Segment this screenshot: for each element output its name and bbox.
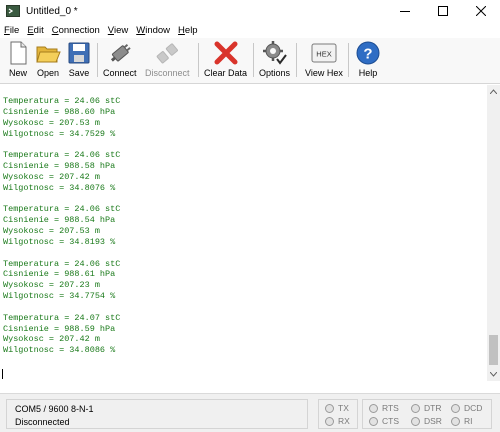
toolbar-separator [253, 43, 254, 77]
vertical-scrollbar[interactable] [487, 85, 500, 381]
terminal-line: Wysokosc = 207.53 m [3, 226, 100, 237]
chevron-up-icon [490, 89, 497, 94]
help-button[interactable]: ? Help [355, 40, 381, 80]
terminal-line: Wilgotnosc = 34.7529 % [3, 128, 116, 139]
tx-rx-indicators: TX RX [318, 399, 358, 429]
connection-state: Disconnected [15, 417, 70, 427]
toolbar-separator [198, 43, 199, 77]
tx-led-icon [325, 403, 334, 413]
toolbar-separator [296, 43, 297, 77]
connect-button[interactable]: Connect [103, 40, 137, 80]
terminal-line: Wysokosc = 207.42 m [3, 334, 100, 345]
menu-bar: File Edit Connection View Window Help [0, 22, 500, 38]
scroll-thumb[interactable] [489, 335, 498, 365]
save-disk-icon [68, 42, 90, 64]
terminal-line: Cisnienie = 988.59 hPa [3, 323, 116, 334]
title-bar: Untitled_0 * [0, 0, 500, 22]
line-signal-indicators: RTS CTS DTR DSR DCD RI [362, 399, 492, 429]
clear-data-button[interactable]: Clear Data [204, 40, 247, 80]
hex-view-icon: HEX [311, 43, 337, 63]
terminal-line: Wysokosc = 207.42 m [3, 171, 100, 182]
ri-led-icon [451, 416, 460, 426]
maximize-button[interactable] [424, 0, 462, 22]
new-button[interactable]: New [5, 40, 31, 80]
dcd-indicator: DCD [451, 403, 482, 413]
port-settings: COM5 / 9600 8-N-1 [15, 404, 94, 414]
terminal-line: Cisnienie = 988.54 hPa [3, 215, 116, 226]
dsr-led-icon [411, 416, 420, 426]
toolbar-separator [348, 43, 349, 77]
dtr-led-icon [411, 403, 420, 413]
menu-view[interactable]: View [108, 25, 128, 36]
open-folder-icon [36, 46, 61, 63]
terminal-line: Wilgotnosc = 34.8076 % [3, 182, 116, 193]
window-title: Untitled_0 * [26, 5, 78, 17]
minimize-button[interactable] [386, 0, 424, 22]
save-button[interactable]: Save [66, 40, 92, 80]
terminal-line: Cisnienie = 988.58 hPa [3, 161, 116, 172]
menu-window[interactable]: Window [136, 25, 170, 36]
app-icon [6, 5, 20, 17]
terminal-line: Wilgotnosc = 34.8086 % [3, 345, 116, 356]
connection-status-panel: COM5 / 9600 8-N-1 Disconnected [6, 399, 308, 429]
new-file-icon [10, 41, 27, 65]
rx-indicator: RX [325, 416, 350, 426]
plug-disconnect-icon [156, 43, 179, 64]
plug-connect-icon [110, 44, 131, 62]
dtr-indicator: DTR [411, 403, 441, 413]
terminal-line: Wilgotnosc = 34.7754 % [3, 291, 116, 302]
rts-led-icon [369, 403, 378, 413]
cts-indicator: CTS [369, 416, 399, 426]
status-bar: COM5 / 9600 8-N-1 Disconnected TX RX RTS… [0, 393, 500, 432]
scroll-up-arrow[interactable] [487, 85, 500, 98]
terminal-line: Temperatura = 24.06 stC [3, 150, 121, 161]
dcd-led-icon [451, 403, 460, 413]
menu-file[interactable]: File [4, 25, 19, 36]
terminal-line: Temperatura = 24.06 stC [3, 96, 121, 106]
tx-indicator: TX [325, 403, 349, 413]
minimize-icon [400, 11, 410, 12]
svg-text:?: ? [363, 46, 372, 63]
clear-x-icon [214, 41, 238, 65]
terminal-text: Temperatura = 24.06 stC Cisnienie = 988.6… [3, 96, 120, 356]
svg-text:HEX: HEX [316, 50, 331, 59]
terminal-line: Wilgotnosc = 34.8193 % [3, 236, 116, 247]
menu-help[interactable]: Help [178, 25, 198, 36]
close-icon [476, 6, 486, 16]
close-button[interactable] [462, 0, 500, 22]
dsr-indicator: DSR [411, 416, 442, 426]
text-cursor [2, 369, 3, 379]
view-hex-button[interactable]: HEX View Hex [305, 40, 343, 80]
terminal-line: Cisnienie = 988.60 hPa [3, 106, 116, 117]
rts-indicator: RTS [369, 403, 399, 413]
options-button[interactable]: Options [259, 40, 290, 80]
terminal-line: Temperatura = 24.07 stC [3, 312, 121, 323]
gear-options-icon [262, 41, 287, 65]
terminal-line: Cisnienie = 988.61 hPa [3, 269, 116, 280]
chevron-down-icon [490, 372, 497, 377]
scroll-down-arrow[interactable] [487, 368, 500, 381]
help-question-icon: ? [356, 41, 380, 65]
terminal-line: Temperatura = 24.06 stC [3, 204, 121, 215]
terminal-output[interactable]: Temperatura = 24.06 stC Cisnienie = 988.6… [0, 85, 487, 381]
open-button[interactable]: Open [35, 40, 61, 80]
toolbar-separator [97, 43, 98, 77]
terminal-line: Wysokosc = 207.23 m [3, 280, 100, 291]
menu-connection[interactable]: Connection [52, 25, 100, 36]
maximize-icon [438, 6, 448, 16]
disconnect-button[interactable]: Disconnect [145, 40, 190, 80]
ri-indicator: RI [451, 416, 473, 426]
cts-led-icon [369, 416, 378, 426]
terminal-line: Wysokosc = 207.53 m [3, 117, 100, 128]
toolbar: New Open Save Connect Disconnect Clear D… [0, 38, 500, 84]
rx-led-icon [325, 416, 334, 426]
terminal-line: Temperatura = 24.06 stC [3, 258, 121, 269]
menu-edit[interactable]: Edit [27, 25, 43, 36]
